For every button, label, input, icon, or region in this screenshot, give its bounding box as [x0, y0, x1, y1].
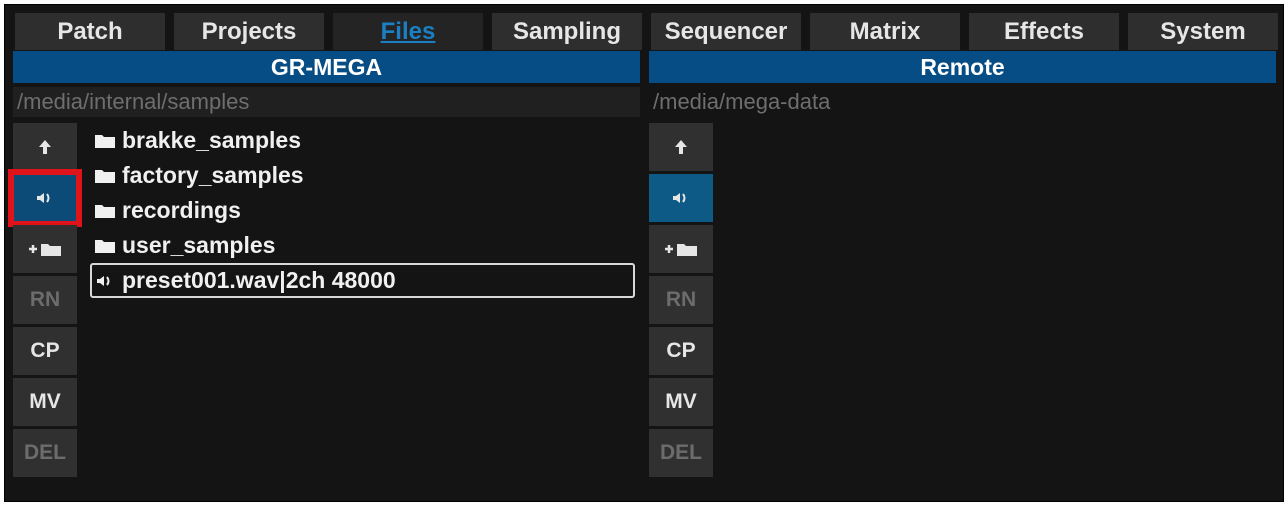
file-name: brakke_samples: [122, 127, 302, 153]
tab-system[interactable]: System: [1128, 13, 1278, 50]
arrow-up-icon: [39, 140, 51, 154]
right-delete-button[interactable]: DEL: [649, 429, 713, 477]
right-panel-title: Remote: [649, 51, 1276, 83]
speaker-icon: [673, 193, 686, 203]
file-name: preset001.wav|2ch 48000: [122, 267, 396, 293]
left-rename-button[interactable]: RN: [13, 276, 77, 324]
arrow-up-icon: [675, 140, 687, 154]
tab-matrix[interactable]: Matrix: [810, 13, 960, 50]
list-item-folder[interactable]: recordings: [90, 193, 635, 228]
tab-effects[interactable]: Effects: [969, 13, 1119, 50]
speaker-icon: [37, 193, 50, 203]
list-item-audio-file[interactable]: preset001.wav|2ch 48000: [90, 263, 635, 298]
right-audition-button[interactable]: [649, 174, 713, 222]
new-folder-icon: [665, 244, 697, 256]
right-path: /media/mega-data: [649, 87, 1276, 117]
left-audition-button[interactable]: [8, 169, 82, 227]
list-item-folder[interactable]: user_samples: [90, 228, 635, 263]
file-name: factory_samples: [122, 162, 304, 188]
folder-icon: [94, 203, 116, 219]
tab-files[interactable]: Files: [333, 13, 483, 50]
left-file-list: brakke_samples factory_samples recording…: [90, 123, 635, 298]
right-up-button[interactable]: [649, 123, 713, 171]
left-delete-button[interactable]: DEL: [13, 429, 77, 477]
right-file-list: [725, 123, 1275, 483]
right-move-button[interactable]: MV: [649, 378, 713, 426]
left-move-button[interactable]: MV: [13, 378, 77, 426]
tab-patch[interactable]: Patch: [15, 13, 165, 50]
right-rename-button[interactable]: RN: [649, 276, 713, 324]
file-name: recordings: [122, 197, 241, 223]
left-path: /media/internal/samples: [13, 87, 640, 117]
left-copy-button[interactable]: CP: [13, 327, 77, 375]
left-new-folder-button[interactable]: [13, 225, 77, 273]
tab-sampling[interactable]: Sampling: [492, 13, 642, 50]
file-name: user_samples: [122, 232, 276, 258]
tab-projects[interactable]: Projects: [174, 13, 324, 50]
new-folder-icon: [29, 244, 61, 256]
file-browser-screen: Patch Projects Files Sampling Sequencer …: [4, 4, 1284, 502]
list-item-folder[interactable]: factory_samples: [90, 158, 635, 193]
folder-icon: [94, 133, 116, 149]
tab-sequencer[interactable]: Sequencer: [651, 13, 801, 50]
left-up-button[interactable]: [13, 123, 77, 171]
folder-icon: [94, 238, 116, 254]
right-copy-button[interactable]: CP: [649, 327, 713, 375]
right-new-folder-button[interactable]: [649, 225, 713, 273]
folder-icon: [94, 168, 116, 184]
left-panel-title: GR-MEGA: [13, 51, 640, 83]
tab-bar: Patch Projects Files Sampling Sequencer …: [15, 13, 1278, 50]
list-item-folder[interactable]: brakke_samples: [90, 123, 635, 158]
speaker-icon: [96, 273, 116, 289]
